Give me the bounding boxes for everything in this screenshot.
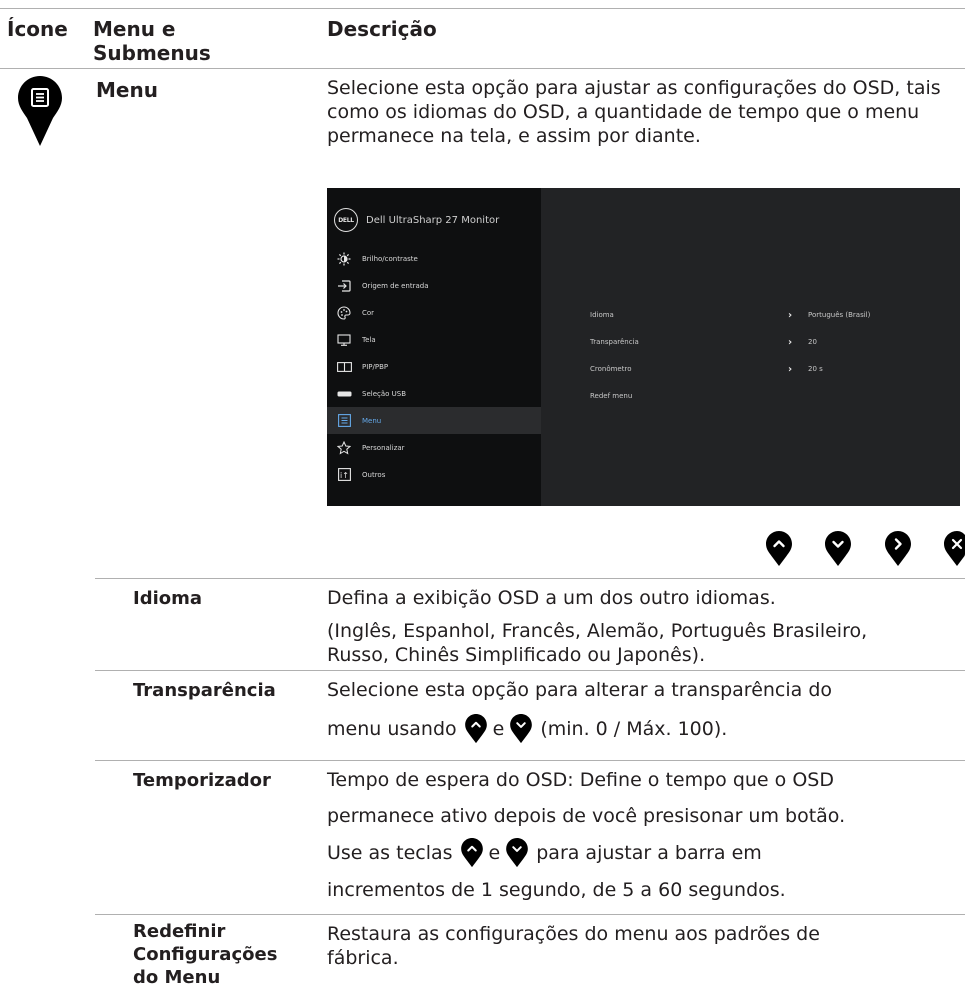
svg-text:i↑: i↑ (340, 471, 349, 480)
submenu-description: Tempo de espera do OSD: Define o tempo q… (327, 769, 846, 901)
top-rule (0, 8, 965, 9)
submenu-description: Defina a exibição OSD a um dos outro idi… (327, 587, 868, 666)
row-separator (95, 578, 965, 579)
up-arrow-icon (766, 531, 792, 566)
row-separator (95, 914, 965, 915)
down-arrow-icon (510, 714, 533, 744)
row-separator (95, 760, 965, 761)
osd-item-others[interactable]: i↑ Outros (327, 461, 541, 488)
input-source-icon (336, 279, 352, 293)
menu-title: Menu (96, 78, 158, 102)
up-arrow-icon (460, 838, 483, 868)
osd-row-reset-menu[interactable]: Redef menu (590, 389, 950, 403)
osd-sidebar: DELL Dell UltraSharp 27 Monitor Brilho/c… (327, 188, 541, 506)
row-separator (95, 670, 965, 671)
right-arrow-icon (885, 531, 911, 566)
col-header-icon: Ícone (7, 17, 68, 41)
submenu-title: Idioma (133, 588, 203, 609)
submenu-description: Restaura as configurações do menu aos pa… (327, 923, 820, 969)
chevron-right-icon: › (788, 309, 793, 321)
osd-item-color[interactable]: Cor (327, 299, 541, 326)
star-icon (336, 440, 352, 455)
osd-item-menu[interactable]: Menu (327, 407, 541, 434)
submenu-title: Temporizador (133, 770, 271, 791)
dell-logo: DELL (334, 208, 358, 232)
monitor-name: Dell UltraSharp 27 Monitor (366, 214, 500, 226)
col-header-menu: Menu e Submenus (93, 17, 211, 65)
osd-row-timer[interactable]: Cronômetro › 20 s (590, 362, 950, 376)
submenu-title: Redefinir Configurações do Menu (133, 921, 278, 988)
close-icon (944, 531, 965, 566)
pip-pbp-icon (336, 360, 352, 374)
osd-item-input-source[interactable]: Origem de entrada (327, 272, 541, 299)
col-header-description: Descrição (327, 17, 437, 41)
brightness-icon (336, 252, 352, 266)
down-arrow-icon (506, 838, 529, 868)
osd-row-language[interactable]: Idioma › Português (Brasil) (590, 308, 950, 322)
osd-item-display[interactable]: Tela (327, 326, 541, 353)
menu-pin-icon (18, 76, 62, 146)
color-palette-icon (336, 305, 352, 320)
osd-screenshot: DELL Dell UltraSharp 27 Monitor Brilho/c… (327, 188, 960, 506)
chevron-right-icon: › (788, 363, 793, 375)
osd-item-usb[interactable]: Seleção USB (327, 380, 541, 407)
menu-icon (336, 414, 352, 428)
osd-header: DELL Dell UltraSharp 27 Monitor (334, 208, 499, 232)
display-icon (336, 333, 352, 347)
chevron-right-icon: › (788, 336, 793, 348)
menu-description: Selecione esta opção para ajustar as con… (327, 77, 941, 147)
osd-item-personalize[interactable]: Personalizar (327, 434, 541, 461)
osd-item-brightness[interactable]: Brilho/contraste (327, 245, 541, 272)
others-icon: i↑ (336, 468, 352, 482)
header-rule (0, 68, 965, 69)
submenu-title: Transparência (133, 680, 276, 701)
down-arrow-icon (825, 531, 851, 566)
usb-icon (336, 387, 352, 401)
up-arrow-icon (464, 714, 487, 744)
osd-item-pip-pbp[interactable]: PIP/PBP (327, 353, 541, 380)
osd-row-transparency[interactable]: Transparência › 20 (590, 335, 950, 349)
submenu-description: Selecione esta opção para alterar a tran… (327, 678, 965, 744)
